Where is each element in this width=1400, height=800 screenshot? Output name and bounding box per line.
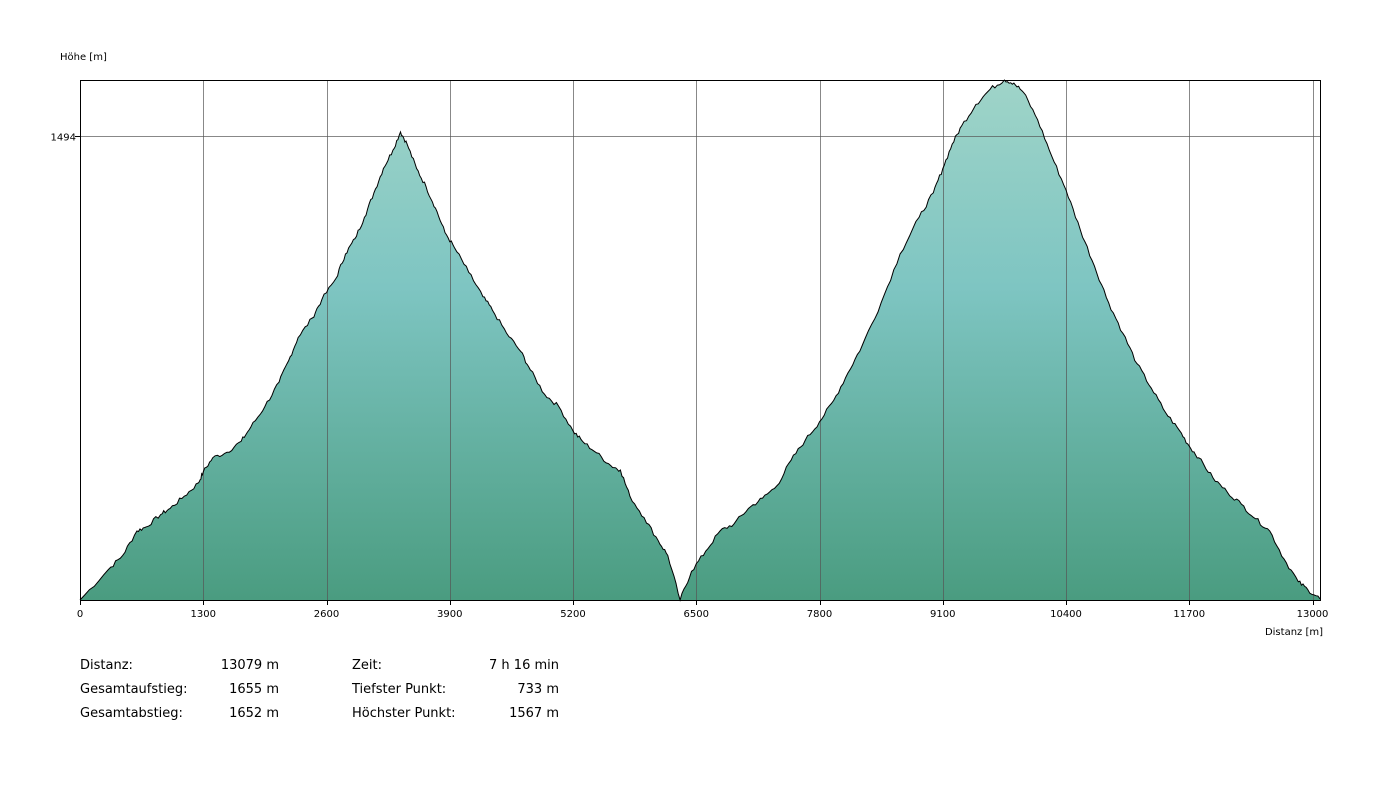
x-tick-label: 1300 [191, 609, 216, 620]
stat-value: 733 m [517, 682, 559, 697]
y-tick-label: 1494 [51, 133, 76, 144]
x-tick-label: 9100 [930, 609, 955, 620]
y-axis-label: Höhe [m] [60, 52, 107, 63]
x-tick-label: 11700 [1173, 609, 1205, 620]
x-tick-label: 6500 [684, 609, 709, 620]
elevation-area [80, 80, 1320, 600]
stat-label: Höchster Punkt: [352, 706, 456, 721]
x-tick-label: 5200 [560, 609, 585, 620]
stat-label: Zeit: [352, 658, 382, 673]
x-tick-label: 2600 [314, 609, 339, 620]
x-tick-label: 13000 [1297, 609, 1329, 620]
x-tick-label: 10400 [1050, 609, 1082, 620]
x-tick-label: 3900 [437, 609, 462, 620]
stat-value: 13079 m [220, 658, 279, 673]
stat-value: 7 h 16 min [489, 658, 559, 673]
stat-label: Tiefster Punkt: [352, 682, 447, 697]
stat-value: 1655 m [229, 682, 279, 697]
stat-value: 1567 m [509, 706, 559, 721]
elevation-profile-chart: Höhe [m] Distanz [m] 0 1300 2600 3900 5200 65… [51, 52, 1329, 638]
stat-label: Gesamtaufstieg: [80, 682, 188, 697]
stat-label: Gesamtabstieg: [80, 706, 183, 721]
stat-label: Distanz: [80, 658, 133, 673]
x-axis-label: Distanz [m] [1265, 627, 1323, 638]
x-tick-label: 7800 [807, 609, 832, 620]
x-tick-label: 0 [77, 609, 83, 620]
stat-value: 1652 m [229, 706, 279, 721]
